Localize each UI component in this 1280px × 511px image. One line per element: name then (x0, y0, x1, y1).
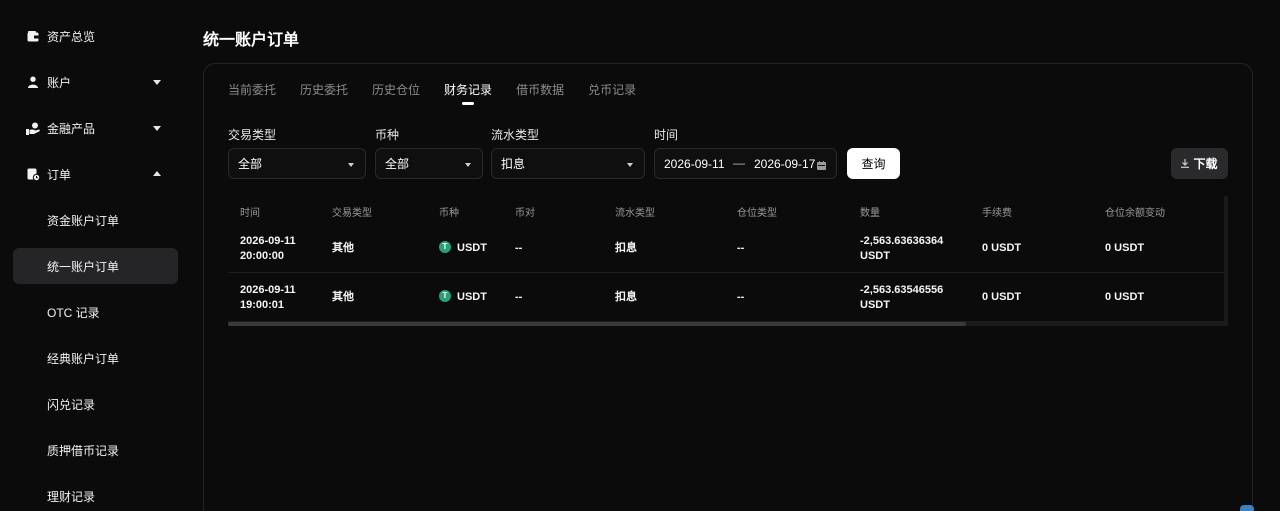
header-time: 时间 (240, 208, 260, 219)
app-root: 资产总览 账户 金融产品 订单 资金账户订单 统一账户订单 OTC 记录 经典账 (0, 0, 1280, 511)
chevron-up-icon (153, 171, 161, 176)
sidebar-item-label: 账户 (47, 75, 72, 90)
table-row: 2026-09-1119:00:01 其他 USDT -- 扣息 -- -2,5… (228, 273, 1228, 322)
header-amount: 数量 (860, 208, 880, 219)
cell-fee: 0 USDT (982, 291, 1022, 303)
sidebar-item-orders[interactable]: 订单 (13, 156, 178, 192)
vertical-scrollbar[interactable] (1224, 196, 1228, 324)
tab-position-history[interactable]: 历史仓位 (372, 83, 420, 105)
page-title: 统一账户订单 (203, 32, 300, 49)
header-position-type: 仓位类型 (737, 208, 777, 219)
date-separator: — (733, 156, 745, 170)
currency-label: 币种 (375, 128, 400, 142)
sidebar-item-account[interactable]: 账户 (13, 64, 178, 100)
tab-borrow-data[interactable]: 借币数据 (516, 83, 564, 105)
sidebar-sub-classic-orders[interactable]: 经典账户订单 (13, 340, 178, 376)
download-label: 下载 (1193, 157, 1218, 171)
sidebar-sub-unified-orders[interactable]: 统一账户订单 (13, 248, 178, 284)
cell-time: 2026-09-11 20:00:00 (240, 235, 296, 262)
dropdown-arrow-icon (465, 163, 471, 167)
sidebar-item-finance[interactable]: 金融产品 (13, 110, 178, 146)
dropdown-arrow-icon (627, 163, 633, 167)
calendar-icon[interactable] (817, 159, 826, 173)
cell-currency: USDT (439, 290, 487, 305)
sidebar-item-label: 金融产品 (47, 121, 96, 136)
cell-fee: 0 USDT (982, 242, 1022, 254)
cell-position-type: -- (737, 242, 745, 254)
sidebar-sub-label: 闪兑记录 (47, 397, 96, 412)
chevron-down-icon (153, 126, 161, 131)
sidebar-sub-label: 经典账户订单 (47, 351, 120, 366)
order-icon (26, 167, 40, 181)
currency-select[interactable]: 全部 (375, 148, 483, 179)
sidebar-item-label: 资产总览 (47, 29, 96, 44)
chevron-down-icon (153, 80, 161, 85)
records-table: 时间 交易类型 币种 币对 流水类型 仓位类型 数量 手续费 仓位余额变动 20… (228, 194, 1228, 322)
download-icon (1181, 159, 1190, 168)
header-balance-change: 仓位余额变动 (1105, 208, 1165, 219)
cell-amount: -2,563.63636364 USDT (860, 235, 944, 262)
time-label: 时间 (654, 128, 679, 142)
trade-type-select[interactable]: 全部 (228, 148, 366, 179)
download-button[interactable]: 下载 (1171, 148, 1228, 179)
table-header: 时间 交易类型 币种 币对 流水类型 仓位类型 数量 手续费 仓位余额变动 (228, 194, 1228, 224)
table-row: 2026-09-1120:00:00 其他 USDT -- 扣息 -- -2,5… (228, 224, 1228, 273)
cell-flow-type: 扣息 (615, 242, 637, 254)
sidebar-sub-label: 资金账户订单 (47, 213, 120, 228)
sidebar-item-assets[interactable]: 资产总览 (13, 18, 178, 54)
date-range-picker[interactable]: 2026-09-11 — 2026-09-17 (654, 148, 837, 179)
query-button[interactable]: 查询 (847, 148, 900, 179)
trade-type-label: 交易类型 (228, 128, 277, 142)
cell-pair: -- (515, 291, 523, 303)
cell-time: 2026-09-11 19:00:01 (240, 284, 296, 311)
cell-balance-change: 0 USDT (1105, 291, 1145, 303)
flow-type-value: 扣息 (501, 157, 526, 171)
usdt-icon (439, 290, 451, 302)
cell-balance-change: 0 USDT (1105, 242, 1145, 254)
cell-flow-type: 扣息 (615, 291, 637, 303)
horizontal-scrollbar[interactable] (228, 322, 1228, 326)
sidebar-sub-label: 质押借币记录 (47, 443, 120, 458)
cell-pair: -- (515, 242, 523, 254)
finance-icon (26, 121, 40, 135)
tab-open-orders[interactable]: 当前委托 (228, 83, 276, 105)
dropdown-arrow-icon (348, 163, 354, 167)
cell-trade-type: 其他 (332, 242, 354, 254)
sidebar-sub-label: OTC 记录 (47, 305, 100, 320)
header-trade-type: 交易类型 (332, 208, 372, 219)
flow-type-label: 流水类型 (491, 128, 540, 142)
sidebar-sub-earn-records[interactable]: 理财记录 (13, 478, 178, 511)
sidebar-sub-loan-records[interactable]: 质押借币记录 (13, 432, 178, 468)
trade-type-value: 全部 (238, 157, 263, 171)
sidebar-sub-convert-records[interactable]: 闪兑记录 (13, 386, 178, 422)
flow-type-select[interactable]: 扣息 (491, 148, 645, 179)
cell-position-type: -- (737, 291, 745, 303)
sidebar-sub-otc-records[interactable]: OTC 记录 (13, 294, 178, 330)
sidebar-sub-label: 理财记录 (47, 489, 96, 504)
cell-trade-type: 其他 (332, 291, 354, 303)
end-date[interactable]: 2026-09-17 (754, 157, 815, 171)
usdt-icon (439, 241, 451, 253)
sidebar-item-label: 订单 (47, 167, 72, 182)
main-panel: 当前委托 历史委托 历史仓位 财务记录 借币数据 兑币记录 交易类型 全部 币种… (203, 63, 1253, 511)
currency-value: 全部 (385, 157, 410, 171)
header-pair: 币对 (515, 208, 535, 219)
tab-bar: 当前委托 历史委托 历史仓位 财务记录 借币数据 兑币记录 (228, 83, 660, 105)
scrollbar-thumb[interactable] (228, 322, 966, 326)
user-icon (26, 75, 40, 89)
cell-amount: -2,563.63546556 USDT (860, 284, 944, 311)
start-date[interactable]: 2026-09-11 (664, 157, 725, 171)
support-widget-icon[interactable] (1240, 505, 1254, 511)
tab-financial-records[interactable]: 财务记录 (444, 83, 492, 105)
cell-currency: USDT (439, 241, 487, 256)
tab-conversion-records[interactable]: 兑币记录 (588, 83, 636, 105)
header-flow-type: 流水类型 (615, 208, 655, 219)
sidebar: 资产总览 账户 金融产品 订单 资金账户订单 统一账户订单 OTC 记录 经典账 (0, 0, 190, 511)
sidebar-sub-funding-orders[interactable]: 资金账户订单 (13, 202, 178, 238)
wallet-icon (26, 29, 40, 43)
tab-order-history[interactable]: 历史委托 (300, 83, 348, 105)
header-fee: 手续费 (982, 208, 1012, 219)
header-currency: 币种 (439, 208, 459, 219)
sidebar-sub-label: 统一账户订单 (47, 259, 120, 274)
